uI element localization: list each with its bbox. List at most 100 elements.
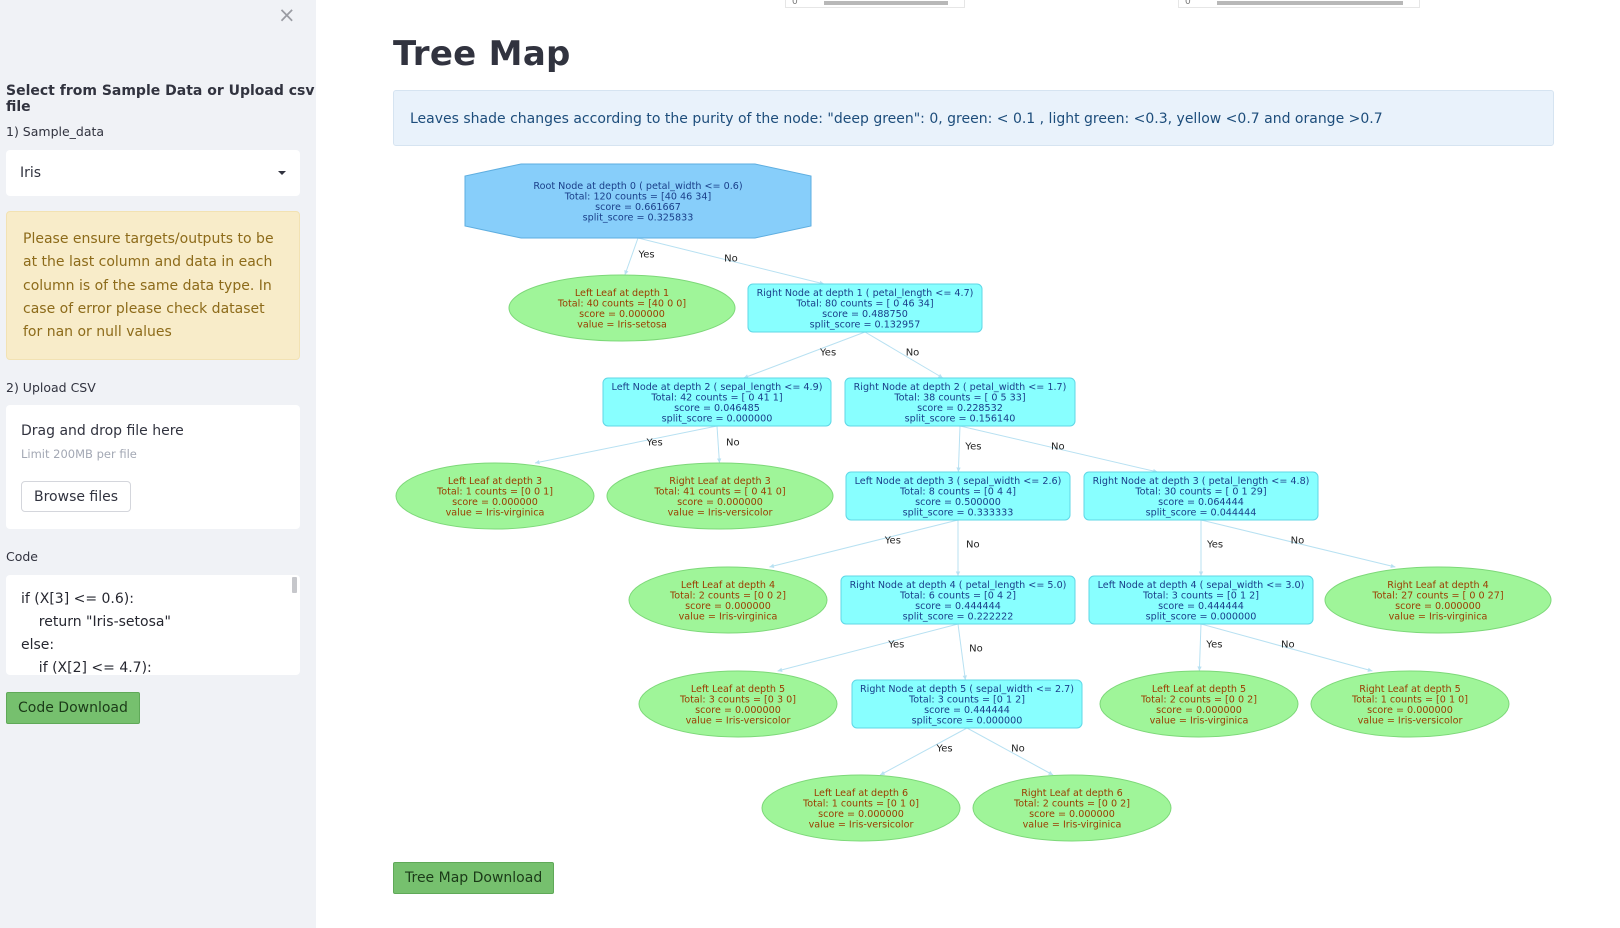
tree-node-text: Total: 38 counts = [ 0 5 33] [893, 392, 1025, 403]
tree-node-text: score = 0.000000 [818, 809, 904, 820]
tree-node-text: score = 0.000000 [452, 497, 538, 508]
tree-node-text: score = 0.046485 [674, 403, 760, 414]
tree-node-text: Total: 42 counts = [ 0 41 1] [650, 392, 782, 403]
tree-edge-arrow [1390, 563, 1396, 569]
tree-node-text: Total: 120 counts = [40 46 34] [564, 191, 711, 202]
tree-node-text: score = 0.228532 [917, 403, 1003, 414]
tree-leaf-node: Left Leaf at depth 5Total: 3 counts = [0… [638, 670, 838, 738]
tree-edge-label: Yes [964, 441, 981, 452]
tree-node-text: score = 0.000000 [685, 601, 771, 612]
tree-node-text: value = Iris-versicolor [809, 819, 914, 830]
tree-node-text: split_score = 0.000000 [662, 413, 773, 424]
tree-node-text: Right Node at depth 5 ( sepal_width <= 2… [860, 684, 1074, 695]
tree-node-text: split_score = 0.333333 [903, 507, 1014, 518]
tree-node-text: score = 0.064444 [1158, 497, 1244, 508]
tree-node-text: value = Iris-virginica [679, 611, 778, 622]
tree-node-text: score = 0.661667 [595, 202, 681, 213]
tree-leaf-node: Left Leaf at depth 1Total: 40 counts = [… [508, 274, 736, 342]
tree-node-text: Total: 2 counts = [0 0 2] [669, 590, 786, 601]
tree-node-text: Right Node at depth 1 ( petal_length <= … [757, 288, 974, 299]
tree-node-text: Right Leaf at depth 6 [1021, 788, 1122, 799]
tree-map-download-button[interactable]: Tree Map Download [393, 862, 555, 894]
tree-internal-node: Right Node at depth 2 ( petal_width <= 1… [844, 377, 1076, 427]
tree-node-text: Total: 2 counts = [0 0 2] [1013, 798, 1130, 809]
tree-node-text: Left Leaf at depth 1 [575, 288, 669, 299]
tree-edge [1198, 623, 1202, 672]
tree-node-text: split_score = 0.222222 [903, 611, 1014, 622]
tree-node-text: score = 0.000000 [695, 705, 781, 716]
tree-node-text: Total: 3 counts = [0 1 2] [908, 694, 1025, 705]
tree-edge-arrow [624, 270, 629, 275]
tree-edge [966, 727, 1054, 776]
tree-node-text: Right Node at depth 4 ( petal_length <= … [850, 580, 1067, 591]
tree-node-text: Left Node at depth 2 ( sepal_length <= 4… [612, 382, 823, 393]
tree-edge [864, 331, 944, 379]
tree-edge-arrow [769, 563, 775, 569]
tree-root-node: Root Node at depth 0 ( petal_width <= 0.… [464, 163, 812, 239]
tree-internal-node: Right Node at depth 1 ( petal_length <= … [747, 283, 983, 333]
tree-leaf-node: Right Leaf at depth 3Total: 41 counts = … [606, 462, 834, 530]
tree-edge-label: Yes [637, 250, 654, 261]
tree-node-text: value = Iris-versicolor [1358, 715, 1463, 726]
tree-leaf-node: Left Leaf at depth 5Total: 2 counts = [0… [1099, 670, 1299, 738]
tree-node-text: Total: 3 counts = [0 3 0] [679, 694, 796, 705]
tree-edge-arrow [716, 458, 722, 463]
tree-node-text: split_score = 0.000000 [1146, 611, 1257, 622]
tree-internal-node: Right Node at depth 3 ( petal_length <= … [1083, 471, 1319, 521]
tree-edge-label: No [726, 438, 740, 449]
tree-edge [777, 623, 959, 672]
tree-edge-label: No [1281, 640, 1295, 651]
tree-node-text: score = 0.444444 [915, 601, 1001, 612]
tree-node-text: Total: 27 counts = [ 0 0 27] [1371, 590, 1503, 601]
tree-edge [534, 425, 718, 464]
tree-edge [716, 425, 720, 464]
tree-node-text: value = Iris-versicolor [668, 507, 773, 518]
tree-node-text: Left Leaf at depth 5 [691, 684, 785, 695]
tree-node-text: Total: 30 counts = [ 0 1 29] [1134, 486, 1266, 497]
tree-node-text: split_score = 0.044444 [1146, 507, 1257, 518]
tree-node-text: score = 0.000000 [1156, 705, 1242, 716]
tree-node-text: Left Node at depth 3 ( sepal_width <= 2.… [855, 476, 1062, 487]
tree-node-text: split_score = 0.325833 [583, 212, 694, 223]
tree-node-text: Right Leaf at depth 5 [1359, 684, 1460, 695]
tree-node-text: Right Leaf at depth 4 [1387, 580, 1488, 591]
tree-node-text: Total: 3 counts = [0 1 2] [1142, 590, 1259, 601]
tree-node-text: score = 0.000000 [677, 497, 763, 508]
tree-edge [624, 237, 639, 276]
tree-edge-arrow [956, 467, 961, 472]
tree-node-text: value = Iris-virginica [1150, 715, 1249, 726]
tree-internal-node: Right Node at depth 5 ( sepal_width <= 2… [851, 679, 1083, 729]
tree-node-text: split_score = 0.000000 [912, 715, 1023, 726]
tree-edge [957, 623, 966, 681]
tree-node-text: Left Node at depth 4 ( sepal_width <= 3.… [1098, 580, 1305, 591]
tree-node-text: Right Leaf at depth 3 [669, 476, 770, 487]
tree-node-text: Left Leaf at depth 4 [681, 580, 775, 591]
tree-node-text: value = Iris-setosa [577, 319, 667, 330]
tree-node-text: value = Iris-virginica [446, 507, 545, 518]
tree-node-text: score = 0.444444 [924, 705, 1010, 716]
tree-leaf-node: Right Leaf at depth 6Total: 2 counts = [… [972, 774, 1172, 842]
tree-node-text: value = Iris-virginica [1389, 611, 1488, 622]
tree-leaf-node: Right Leaf at depth 4Total: 27 counts = … [1324, 566, 1552, 634]
tree-edge-label: Yes [935, 744, 952, 755]
tree-node-text: score = 0.000000 [579, 309, 665, 320]
tree-node-text: Total: 1 counts = [0 1 0] [802, 798, 919, 809]
tree-node-text: Left Leaf at depth 5 [1152, 684, 1246, 695]
tree-node-text: score = 0.444444 [1158, 601, 1244, 612]
tree-edge-arrow [1198, 571, 1204, 576]
tree-node-text: score = 0.000000 [1029, 809, 1115, 820]
tree-edge-arrow [1197, 666, 1202, 671]
tree-internal-node: Right Node at depth 4 ( petal_length <= … [840, 575, 1076, 625]
tree-node-text: Right Node at depth 2 ( petal_width <= 1… [854, 382, 1067, 393]
tree-internal-node: Left Node at depth 2 ( sepal_length <= 4… [602, 377, 832, 427]
tree-edge-label: Yes [1206, 540, 1223, 551]
tree-node-text: Total: 80 counts = [ 0 46 34] [795, 298, 933, 309]
tree-leaf-node: Left Leaf at depth 6Total: 1 counts = [0… [761, 774, 961, 842]
tree-edge-label: Yes [884, 536, 901, 547]
tree-node-text: score = 0.500000 [915, 497, 1001, 508]
tree-node-text: Total: 1 counts = [0 0 1] [436, 486, 553, 497]
tree-node-text: Total: 40 counts = [40 0 0] [557, 298, 686, 309]
tree-node-text: value = Iris-virginica [1023, 819, 1122, 830]
tree-node-text: Root Node at depth 0 ( petal_width <= 0.… [533, 181, 742, 192]
tree-node-text: Total: 6 counts = [0 4 2] [899, 590, 1016, 601]
